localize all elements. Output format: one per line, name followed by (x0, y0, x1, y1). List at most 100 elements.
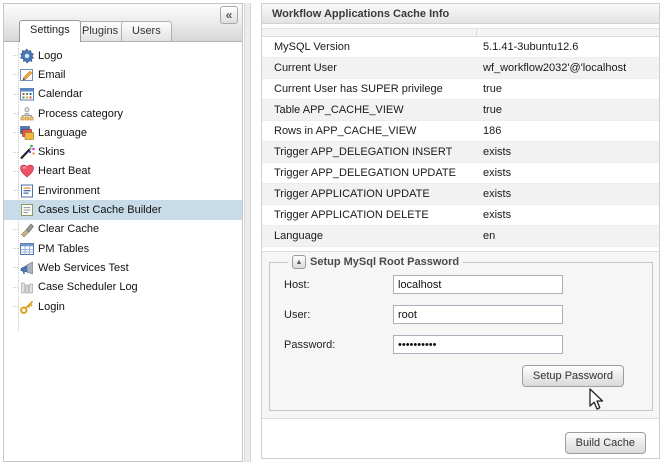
info-row-label: Trigger APPLICATION UPDATE (262, 188, 476, 200)
sidebar-tabstrip: SettingsPluginsUsers « (4, 4, 242, 42)
info-row-label: Rows in APP_CACHE_VIEW (262, 125, 476, 137)
sidebar-item-case-scheduler-log[interactable]: Case Scheduler Log (4, 278, 242, 297)
fieldset-legend: ▲ Setup MySql Root Password (288, 255, 463, 269)
cases-list-icon (19, 202, 35, 218)
info-table-row: Table APP_CACHE_VIEW true (262, 100, 659, 121)
setup-password-fieldset: ▲ Setup MySql Root Password Host: User: … (269, 255, 653, 411)
sidebar-item-pm-tables[interactable]: PM Tables (4, 239, 242, 258)
panel-splitter[interactable] (244, 3, 251, 462)
sidebar-item-language[interactable]: Language (4, 123, 242, 142)
cache-info-panel: Workflow Applications Cache Info MySQL V… (261, 3, 660, 459)
info-row-label: Table APP_CACHE_VIEW (262, 104, 476, 116)
pm-tables-icon (19, 241, 35, 257)
info-row-value: 186 (476, 125, 501, 137)
process-category-icon (19, 106, 35, 122)
tree-item-label: Environment (38, 185, 100, 197)
form-field-label: Host: (284, 279, 393, 291)
sidebar-item-calendar[interactable]: Calendar (4, 85, 242, 104)
scheduler-log-icon (19, 279, 35, 295)
info-row-value: 5.1.41-3ubuntu12.6 (476, 41, 578, 53)
info-row-label: Trigger APP_DELEGATION INSERT (262, 146, 476, 158)
info-table-row: MySQL Version 5.1.41-3ubuntu12.6 (262, 37, 659, 58)
tree-item-label: Heart Beat (38, 165, 91, 177)
info-row-value: exists (476, 167, 511, 179)
info-table-row: Trigger APP_DELEGATION INSERT exists (262, 142, 659, 163)
skins-icon (19, 144, 35, 160)
password-field[interactable] (393, 335, 563, 354)
clear-cache-icon (19, 221, 35, 237)
info-row-value: en (476, 230, 495, 242)
info-row-value: exists (476, 209, 511, 221)
tab-users[interactable]: Users (121, 21, 172, 41)
form-field-row: User: (284, 305, 638, 324)
table-column-header (262, 28, 659, 37)
sidebar-item-logo[interactable]: Logo (4, 46, 242, 65)
tree-item-label: Cases List Cache Builder (38, 204, 162, 216)
tree-item-label: PM Tables (38, 243, 89, 255)
info-row-value: exists (476, 188, 511, 200)
setup-password-button[interactable]: Setup Password (522, 365, 624, 387)
info-row-label: Trigger APP_DELEGATION UPDATE (262, 167, 476, 179)
form-field-row: Host: (284, 275, 638, 294)
sidebar-item-environment[interactable]: Environment (4, 181, 242, 200)
info-row-value: exists (476, 146, 511, 158)
app-window: SettingsPluginsUsers « Logo Email Calend… (0, 0, 669, 468)
heart-icon (19, 163, 35, 179)
sidebar-item-email[interactable]: Email (4, 65, 242, 84)
column-divider (476, 29, 477, 36)
form-field-label: User: (284, 309, 393, 321)
info-table-row: Trigger APP_DELEGATION UPDATE exists (262, 163, 659, 184)
email-icon (19, 67, 35, 83)
tree-item-label: Calendar (38, 88, 83, 100)
info-table-row: Current User has SUPER privilege true (262, 79, 659, 100)
tab-settings[interactable]: Settings (19, 20, 81, 42)
form-field-row: Password: (284, 335, 638, 354)
info-row-label: Current User has SUPER privilege (262, 83, 476, 95)
sidebar-item-login[interactable]: Login (4, 297, 242, 316)
sidebar-item-process-category[interactable]: Process category (4, 104, 242, 123)
info-row-value: true (476, 83, 502, 95)
fieldset-legend-text: Setup MySql Root Password (310, 256, 459, 268)
info-table-row: Rows in APP_CACHE_VIEW 186 (262, 121, 659, 142)
sidebar-item-skins[interactable]: Skins (4, 142, 242, 161)
host-field[interactable] (393, 275, 563, 294)
sidebar: SettingsPluginsUsers « Logo Email Calend… (3, 3, 243, 462)
info-table-row: Trigger APPLICATION DELETE exists (262, 205, 659, 226)
tree-item-label: Login (38, 301, 65, 313)
key-icon (19, 299, 35, 315)
mysql-password-section: ▲ Setup MySql Root Password Host: User: … (262, 251, 659, 419)
tree-item-label: Email (38, 69, 66, 81)
tree-item-label: Skins (38, 146, 65, 158)
tree-item-label: Language (38, 127, 87, 139)
info-table-row: Language en (262, 226, 659, 247)
user-field[interactable] (393, 305, 563, 324)
sidebar-item-web-services-test[interactable]: Web Services Test (4, 258, 242, 277)
sidebar-item-clear-cache[interactable]: Clear Cache (4, 220, 242, 239)
settings-tree: Logo Email Calendar Process category Lan… (4, 42, 242, 461)
info-row-label: Current User (262, 62, 476, 74)
form-field-label: Password: (284, 339, 393, 351)
info-row-label: Language (262, 230, 476, 242)
info-table-row: Trigger APPLICATION UPDATE exists (262, 184, 659, 205)
environment-icon (19, 183, 35, 199)
sidebar-item-cases-list-cache-builder[interactable]: Cases List Cache Builder (4, 200, 242, 219)
info-row-value: true (476, 104, 502, 116)
tree-item-label: Web Services Test (38, 262, 129, 274)
sidebar-item-heart-beat[interactable]: Heart Beat (4, 162, 242, 181)
build-cache-button[interactable]: Build Cache (565, 432, 646, 454)
language-icon (19, 125, 35, 141)
tree-item-label: Clear Cache (38, 223, 99, 235)
info-row-value: wf_workflow2032'@'localhost (476, 62, 626, 74)
logo-icon (19, 48, 35, 64)
tree-item-label: Process category (38, 108, 123, 120)
info-row-label: MySQL Version (262, 41, 476, 53)
sidebar-collapse-button[interactable]: « (220, 6, 238, 24)
panel-title: Workflow Applications Cache Info (262, 4, 659, 24)
cache-info-table: MySQL Version 5.1.41-3ubuntu12.6 Current… (262, 28, 659, 247)
info-table-row: Current User wf_workflow2032'@'localhost (262, 58, 659, 79)
tree-item-label: Case Scheduler Log (38, 281, 138, 293)
tree-item-label: Logo (38, 50, 62, 62)
web-services-icon (19, 260, 35, 276)
collapse-fieldset-icon[interactable]: ▲ (292, 255, 306, 269)
info-row-label: Trigger APPLICATION DELETE (262, 209, 476, 221)
